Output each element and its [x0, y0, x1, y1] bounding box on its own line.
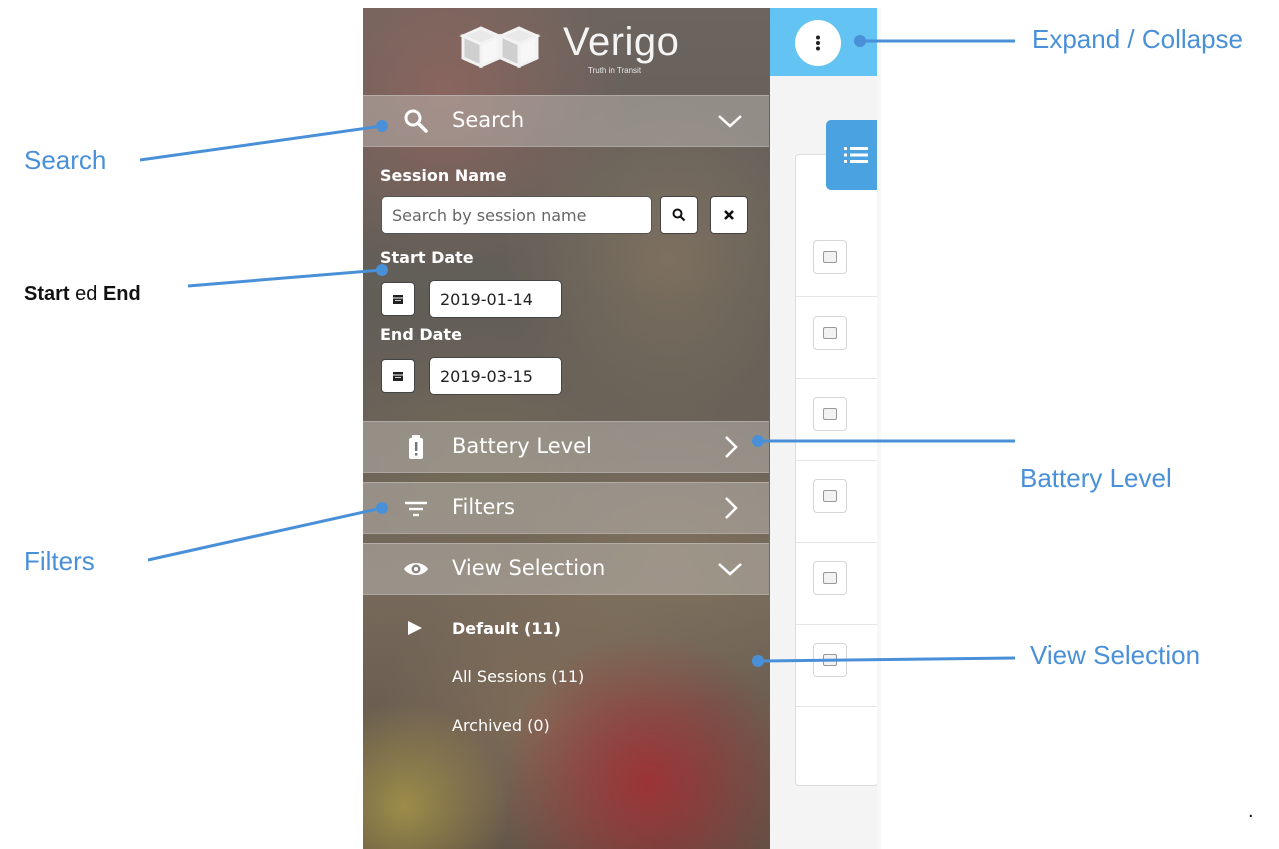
callout-dot — [376, 120, 388, 132]
chevron-down-icon — [718, 115, 742, 128]
filters-section-header[interactable]: Filters — [363, 482, 769, 534]
view-item-archived[interactable]: Archived (0) — [452, 716, 550, 735]
row-checkbox[interactable] — [813, 397, 847, 431]
start-date-label: Start Date — [380, 248, 474, 267]
eye-icon — [404, 563, 428, 575]
battery-section-header[interactable]: Battery Level — [363, 421, 769, 473]
start-date-field[interactable]: 2019-01-14 — [429, 280, 562, 318]
filter-icon — [405, 501, 427, 517]
row-divider — [796, 378, 877, 379]
list-icon — [843, 147, 868, 163]
search-section-header[interactable]: Search — [363, 95, 769, 147]
checkbox-icon — [823, 654, 837, 666]
view-item-default[interactable]: Default (11) — [452, 619, 561, 638]
calendar-icon — [393, 295, 403, 304]
kebab-menu-icon — [816, 35, 820, 51]
expand-collapse-button[interactable] — [795, 20, 841, 66]
end-date-label: End Date — [380, 325, 462, 344]
row-divider — [796, 706, 877, 707]
callout-filters: Filters — [24, 546, 95, 576]
callout-end-word: End — [102, 283, 141, 305]
checkbox-icon — [823, 408, 837, 420]
chevron-right-icon — [725, 497, 738, 519]
checkbox-icon — [823, 572, 837, 584]
session-name-input[interactable] — [381, 196, 652, 234]
search-section-label: Search — [452, 108, 525, 132]
play-arrow-icon — [408, 621, 422, 635]
row-checkbox[interactable] — [813, 240, 847, 274]
close-icon — [724, 210, 734, 220]
callout-start-word: Start — [24, 283, 70, 305]
callout-connector-word: ed — [75, 283, 98, 305]
callout-dot — [376, 502, 388, 514]
end-date-field[interactable]: 2019-03-15 — [429, 357, 562, 395]
checkbox-icon — [823, 490, 837, 502]
callout-view-selection: View Selection — [1030, 640, 1201, 670]
brand-name: Verigo — [563, 20, 680, 64]
list-view-tab[interactable] — [826, 120, 877, 190]
calendar-icon — [393, 372, 403, 381]
callout-dot — [752, 655, 764, 667]
view-selection-section-label: View Selection — [452, 556, 606, 580]
chevron-down-icon — [718, 563, 742, 576]
search-icon — [672, 208, 686, 222]
row-divider — [796, 296, 877, 297]
row-divider — [796, 542, 877, 543]
callout-search: Search — [24, 145, 107, 175]
callout-dot — [752, 435, 764, 447]
row-checkbox[interactable] — [813, 643, 847, 677]
checkbox-icon — [823, 251, 837, 263]
sidebar: Verigo Truth in Transit Search Session N… — [363, 8, 770, 849]
search-icon — [404, 109, 428, 133]
battery-section-label: Battery Level — [452, 434, 592, 458]
row-checkbox[interactable] — [813, 316, 847, 350]
callout-expand-collapse: Expand / Collapse — [1032, 24, 1244, 54]
clear-button[interactable] — [710, 196, 748, 234]
session-name-label: Session Name — [380, 166, 507, 185]
filters-section-label: Filters — [452, 495, 515, 519]
callout-dot — [854, 35, 866, 47]
cubes-logo-icon — [459, 26, 541, 69]
row-divider — [796, 460, 877, 461]
checkbox-icon — [823, 327, 837, 339]
callout-dot — [376, 264, 388, 276]
battery-alert-icon — [409, 435, 423, 459]
row-checkbox[interactable] — [813, 479, 847, 513]
callout-start-end: Start ed End — [24, 283, 141, 306]
row-checkbox[interactable] — [813, 561, 847, 595]
end-date-calendar-button[interactable] — [381, 359, 415, 393]
search-button[interactable] — [660, 196, 698, 234]
start-date-calendar-button[interactable] — [381, 282, 415, 316]
logo: Verigo Truth in Transit — [453, 18, 693, 78]
brand-tagline: Truth in Transit — [588, 66, 642, 75]
panel-edge — [877, 8, 881, 849]
callout-battery-level: Battery Level — [1020, 463, 1172, 493]
view-selection-section-header[interactable]: View Selection — [363, 543, 769, 595]
row-divider — [796, 624, 877, 625]
view-item-all-sessions[interactable]: All Sessions (11) — [452, 667, 584, 686]
trailing-mark: . — [1248, 800, 1254, 822]
chevron-right-icon — [725, 436, 738, 458]
